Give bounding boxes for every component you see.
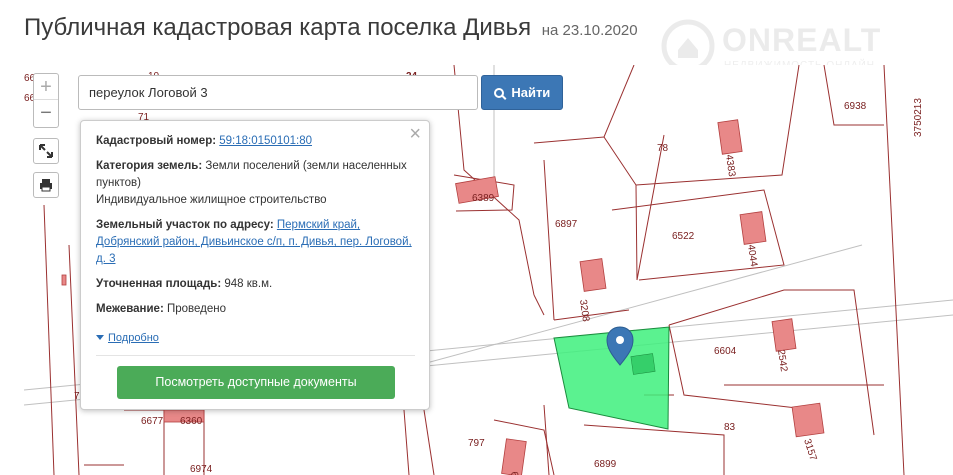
watermark-brand: ONREALT — [722, 22, 882, 58]
land-category-label: Категория земель: — [96, 160, 203, 172]
details-toggle[interactable]: Подробно — [96, 326, 415, 347]
plot-label-3208: 3208 — [577, 299, 591, 323]
plot-label-6974: 6974 — [190, 464, 213, 475]
printer-icon — [40, 179, 52, 192]
plot-label-2542: 2542 — [775, 349, 789, 373]
find-button-label: Найти — [511, 85, 551, 100]
address-search-input[interactable] — [78, 75, 478, 110]
land-category-row: Категория земель: Земли поселений (земли… — [96, 158, 415, 209]
title-date: на 23.10.2020 — [541, 22, 638, 39]
area-row: Уточненная площадь: 948 кв.м. — [96, 276, 415, 293]
area-label: Уточненная площадь: — [96, 278, 222, 290]
fullscreen-button[interactable] — [33, 138, 59, 164]
caret-down-icon — [96, 335, 104, 340]
find-button[interactable]: Найти — [481, 75, 563, 110]
cadastral-number-link[interactable]: 59:18:0150101:80 — [219, 135, 312, 147]
plot-label-6604: 6604 — [714, 346, 737, 357]
plot-label-6938: 6938 — [844, 101, 867, 112]
zoom-control: + − — [33, 73, 59, 128]
page-title: Публичная кадастровая карта поселка Дивь… — [24, 14, 638, 42]
plot-label-4044: 4044 — [745, 244, 759, 268]
plot-label-6360: 6360 — [180, 416, 203, 427]
area-value: 948 кв.м. — [224, 278, 273, 290]
land-use-value: Индивидуальное жилищное строительство — [96, 194, 327, 206]
address-label: Земельный участок по адресу: — [96, 219, 274, 231]
view-documents-button[interactable]: Посмотреть доступные документы — [117, 366, 395, 399]
plot-label-83: 83 — [724, 422, 736, 433]
print-button[interactable] — [33, 172, 59, 198]
title-text: Публичная кадастровая карта поселка Дивь… — [24, 14, 532, 41]
zoom-in-button[interactable]: + — [34, 74, 58, 100]
plot-label-6677: 6677 — [141, 416, 164, 427]
search-icon — [493, 88, 504, 98]
details-link[interactable]: Подробно — [108, 330, 159, 347]
survey-label: Межевание: — [96, 303, 164, 315]
plot-label-6897: 6897 — [555, 219, 578, 230]
popup-divider — [96, 355, 415, 356]
plot-label-3750213: 3750213 — [913, 98, 924, 137]
plot-label-78: 78 — [657, 143, 669, 154]
plot-label-797: 797 — [468, 438, 485, 449]
survey-value: Проведено — [166, 303, 227, 315]
plot-label-6899: 6899 — [594, 459, 617, 470]
plot-label-6522: 6522 — [672, 231, 695, 242]
survey-row: Межевание: Проведено — [96, 301, 415, 318]
expand-icon — [39, 144, 53, 158]
address-row: Земельный участок по адресу: Пермский кр… — [96, 217, 415, 268]
plot-label-6389: 6389 — [472, 193, 495, 204]
plot-label-4383: 4383 — [723, 154, 737, 178]
plot-label-3157: 3157 — [801, 438, 818, 463]
page-root: Публичная кадастровая карта поселка Дивь… — [0, 0, 953, 475]
parcel-info-popup: × Кадастровый номер: 59:18:0150101:80 Ка… — [80, 120, 430, 410]
plot-label-6127: 6127 — [508, 471, 522, 475]
zoom-out-button[interactable]: − — [34, 100, 58, 126]
cadastral-number-label: Кадастровый номер: — [96, 135, 217, 147]
close-icon[interactable]: × — [409, 123, 421, 145]
cadastral-number-row: Кадастровый номер: 59:18:0150101:80 — [96, 133, 415, 150]
